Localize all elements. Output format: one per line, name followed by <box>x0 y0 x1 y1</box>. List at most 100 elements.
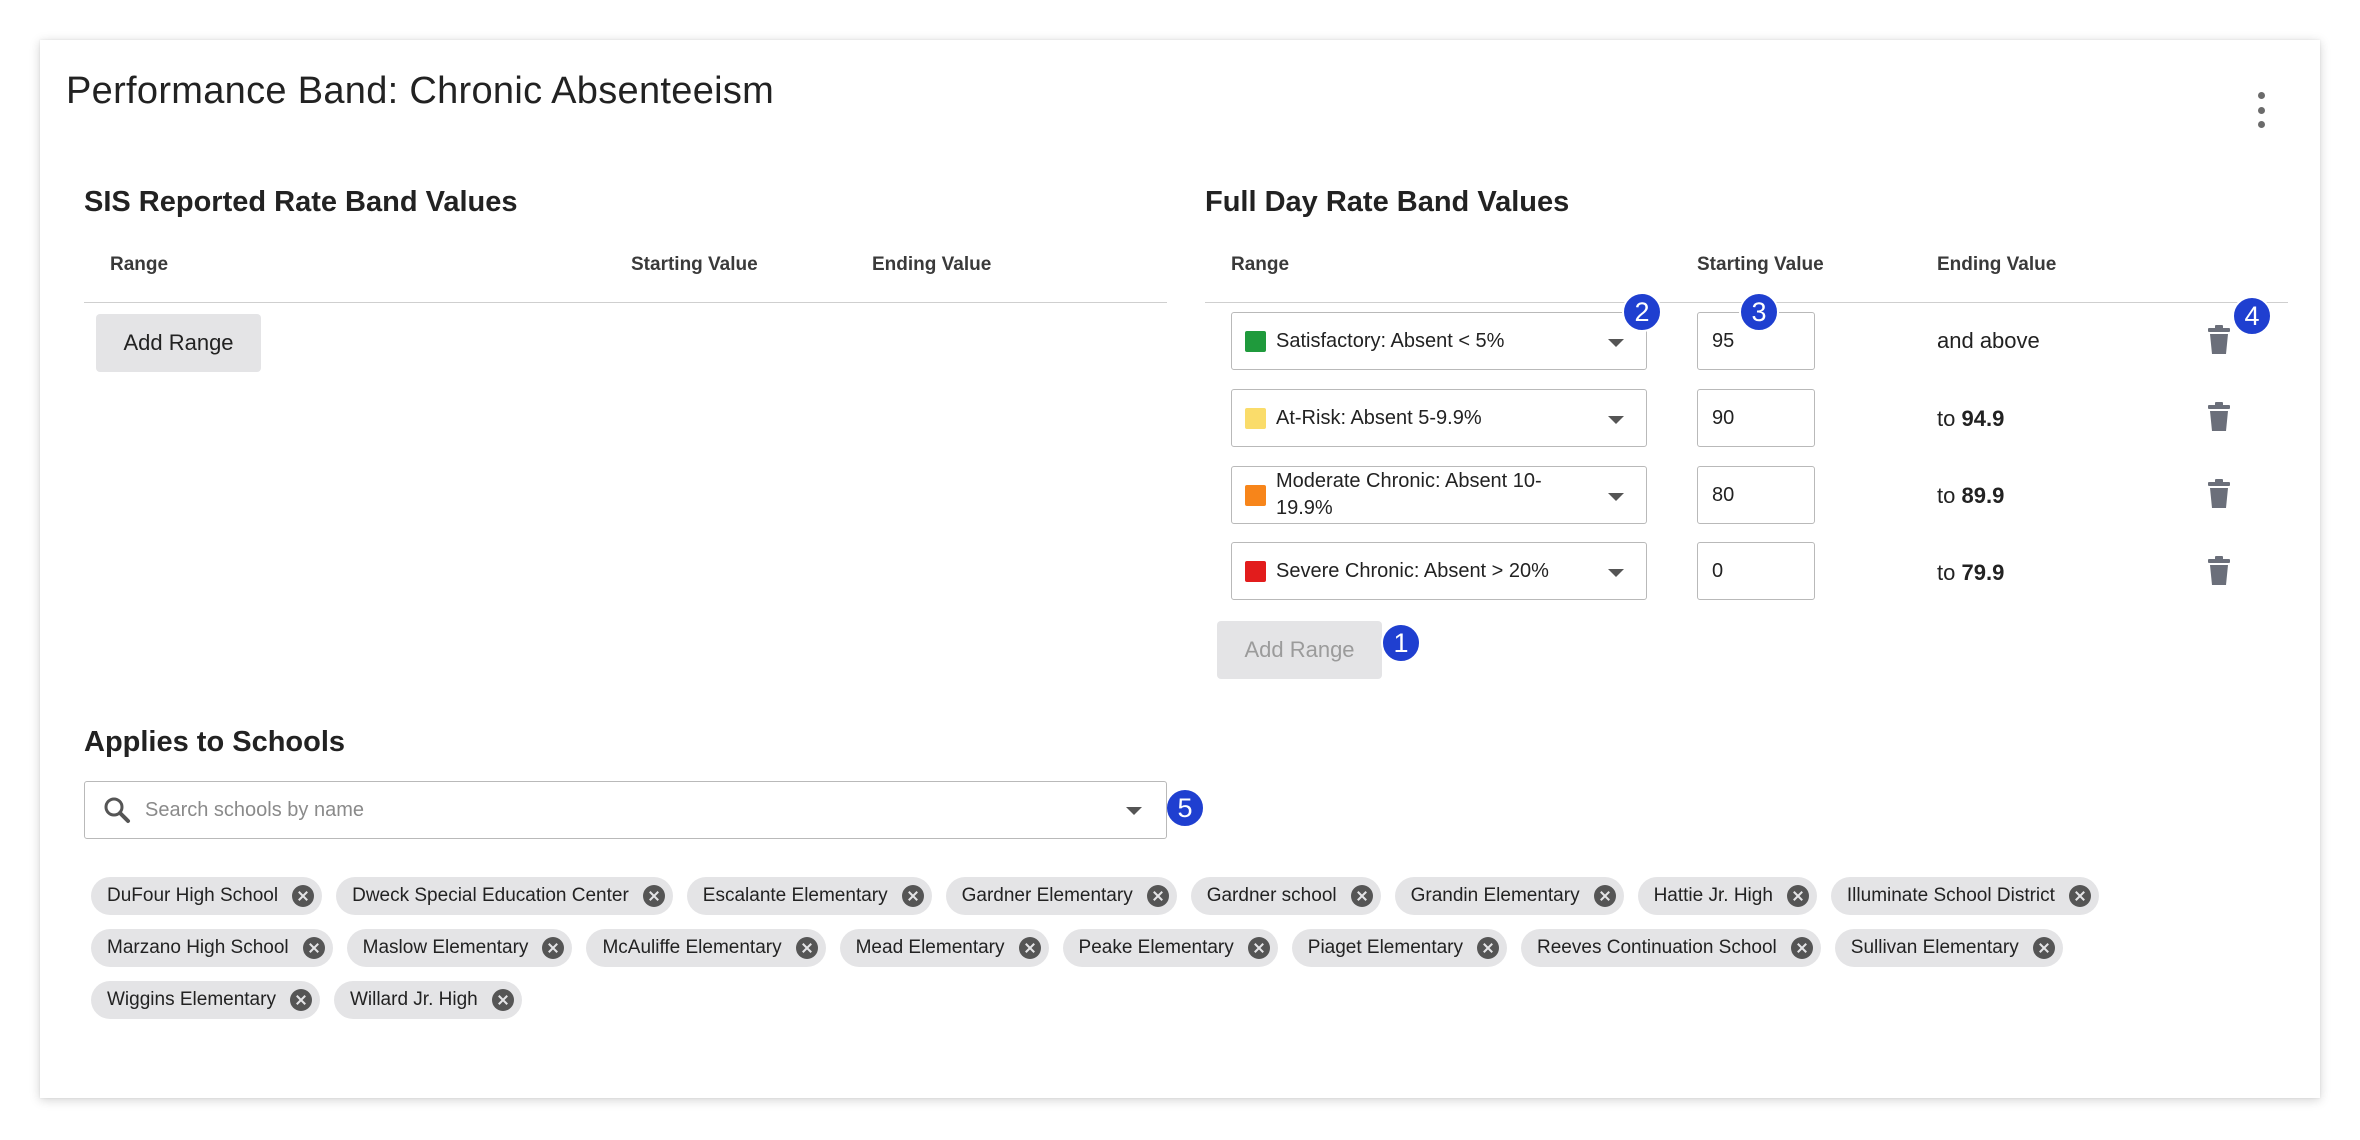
full-day-add-range-button[interactable]: Add Range <box>1217 621 1382 679</box>
annotation-badge-4: 4 <box>2232 296 2272 336</box>
sis-header-divider <box>84 302 1167 303</box>
band-range-select[interactable]: At-Risk: Absent 5-9.9% <box>1231 389 1647 447</box>
sis-col-range: Range <box>110 254 169 275</box>
school-chip: Maslow Elementary <box>346 929 573 967</box>
school-chip: Wiggins Elementary <box>91 981 320 1019</box>
ending-value: to 79.9 <box>1937 560 2005 585</box>
trash-icon[interactable] <box>2207 325 2231 355</box>
annotation-badge-2: 2 <box>1622 292 1662 332</box>
close-circle-icon[interactable] <box>1477 937 1500 959</box>
close-circle-icon[interactable] <box>1593 885 1616 907</box>
close-circle-icon[interactable] <box>302 937 325 959</box>
school-chip-label: Dweck Special Education Center <box>352 885 629 906</box>
full-day-col-start: Starting Value <box>1697 254 1824 275</box>
band-color-swatch <box>1245 560 1266 582</box>
school-chip-label: Wiggins Elementary <box>107 989 276 1010</box>
band-range-select[interactable]: Moderate Chronic: Absent 10-19.9% <box>1231 466 1647 524</box>
band-color-swatch <box>1245 330 1266 352</box>
school-chip: Sullivan Elementary <box>1834 929 2063 967</box>
annotation-badge-5: 5 <box>1165 788 1205 828</box>
page-title: Performance Band: Chronic Absenteeism <box>66 70 775 112</box>
ending-value: and above <box>1937 328 2040 353</box>
trash-icon[interactable] <box>2207 402 2231 432</box>
school-chip-label: Willard Jr. High <box>349 989 478 1010</box>
school-chip: DuFour High School <box>91 877 323 915</box>
close-circle-icon[interactable] <box>491 989 514 1011</box>
school-chip: Gardner school <box>1190 877 1381 915</box>
school-chip-label: Gardner Elementary <box>961 885 1133 906</box>
close-circle-icon[interactable] <box>2068 885 2091 907</box>
close-circle-icon[interactable] <box>901 885 924 907</box>
school-chip: Hattie Jr. High <box>1637 877 1817 915</box>
band-range-label: Satisfactory: Absent < 5% <box>1276 329 1505 352</box>
close-circle-icon[interactable] <box>1786 885 1809 907</box>
annotation-badge-3: 3 <box>1739 292 1779 332</box>
school-search-field[interactable] <box>84 781 1167 839</box>
close-circle-icon[interactable] <box>1247 937 1270 959</box>
school-chip: McAuliffe Elementary <box>586 929 826 967</box>
close-circle-icon[interactable] <box>1146 885 1169 907</box>
band-range-label: At-Risk: Absent 5-9.9% <box>1276 406 1482 429</box>
close-circle-icon[interactable] <box>795 937 818 959</box>
trash-icon[interactable] <box>2207 556 2231 586</box>
school-search-input[interactable] <box>143 797 1043 823</box>
chevron-down-icon <box>1608 493 1624 501</box>
starting-value-input[interactable] <box>1697 542 1815 600</box>
close-circle-icon[interactable] <box>542 937 565 959</box>
school-chip-list: DuFour High School Dweck Special Educatio… <box>91 877 2191 1033</box>
band-color-swatch <box>1245 484 1266 506</box>
close-circle-icon[interactable] <box>292 885 315 907</box>
school-chip-label: Illuminate School District <box>1846 885 2055 906</box>
school-chip-label: Marzano High School <box>107 937 289 958</box>
school-chip: Piaget Elementary <box>1291 929 1508 967</box>
starting-value-input[interactable] <box>1697 466 1815 524</box>
schools-section-title: Applies to Schools <box>84 726 346 758</box>
school-chip: Dweck Special Education Center <box>336 877 673 915</box>
close-circle-icon[interactable] <box>2032 937 2055 959</box>
ending-value: to 89.9 <box>1937 483 2005 508</box>
school-chip: Willard Jr. High <box>333 981 522 1019</box>
chevron-down-icon <box>1608 339 1624 347</box>
school-chip: Mead Elementary <box>839 929 1049 967</box>
full-day-col-range: Range <box>1231 254 1290 275</box>
ending-value: to 94.9 <box>1937 406 2005 431</box>
close-circle-icon[interactable] <box>642 885 665 907</box>
school-chip-label: Peake Elementary <box>1078 937 1234 958</box>
close-circle-icon[interactable] <box>1790 937 1813 959</box>
close-circle-icon[interactable] <box>289 989 312 1011</box>
sis-col-start: Starting Value <box>631 254 758 275</box>
school-chip-label: Escalante Elementary <box>702 885 888 906</box>
school-chip: Reeves Continuation School <box>1521 929 1821 967</box>
school-chip: Illuminate School District <box>1830 877 2099 915</box>
search-icon <box>104 797 130 823</box>
chevron-down-icon <box>1608 569 1624 577</box>
band-range-select[interactable]: Satisfactory: Absent < 5% <box>1231 312 1647 370</box>
school-chip: Marzano High School <box>91 929 333 967</box>
school-chip-label: Piaget Elementary <box>1307 937 1464 958</box>
annotation-badge-1: 1 <box>1381 623 1421 663</box>
band-range-label: Moderate Chronic: Absent 10-19.9% <box>1276 470 1542 519</box>
sis-section-title: SIS Reported Rate Band Values <box>84 186 518 218</box>
full-day-section-title: Full Day Rate Band Values <box>1205 186 1570 218</box>
sis-add-range-button[interactable]: Add Range <box>96 314 261 372</box>
sis-col-end: Ending Value <box>872 254 992 275</box>
chevron-down-icon[interactable] <box>1126 807 1142 815</box>
band-range-select[interactable]: Severe Chronic: Absent > 20% <box>1231 542 1647 600</box>
kebab-menu-icon[interactable] <box>2253 92 2269 128</box>
close-circle-icon[interactable] <box>1018 937 1041 959</box>
band-range-label: Severe Chronic: Absent > 20% <box>1276 559 1549 582</box>
school-chip-label: Reeves Continuation School <box>1537 937 1777 958</box>
school-chip-label: Mead Elementary <box>855 937 1005 958</box>
band-color-swatch <box>1245 407 1266 429</box>
close-circle-icon[interactable] <box>1350 885 1373 907</box>
performance-band-card: Performance Band: Chronic Absenteeism SI… <box>40 40 2320 1098</box>
trash-icon[interactable] <box>2207 479 2231 509</box>
school-chip-label: Hattie Jr. High <box>1653 885 1773 906</box>
school-chip-label: Sullivan Elementary <box>1850 937 2019 958</box>
starting-value-input[interactable] <box>1697 389 1815 447</box>
chevron-down-icon <box>1608 416 1624 424</box>
school-chip: Escalante Elementary <box>686 877 932 915</box>
school-chip: Peake Elementary <box>1062 929 1278 967</box>
full-day-col-end: Ending Value <box>1937 254 2057 275</box>
school-chip-label: DuFour High School <box>107 885 279 906</box>
